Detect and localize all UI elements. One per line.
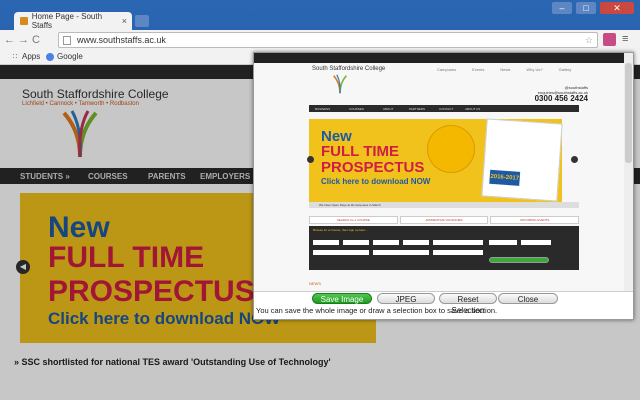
- preview-nav-item: PARTNERS: [409, 107, 426, 111]
- dialog-hint: You can save the whole image or draw a s…: [256, 306, 498, 315]
- preview-link: Gallery: [558, 67, 572, 72]
- preview-field: [313, 250, 369, 255]
- preview-nav: BUSINESS COURSES ABOUT PARTNERS CONTACT …: [309, 105, 579, 112]
- preview-open-days-banner: We have Open Days at all campuses in Mar…: [309, 202, 579, 208]
- window-controls: – □ ✕: [552, 2, 634, 14]
- save-image-button[interactable]: Save Image: [312, 293, 372, 304]
- preview-nav-item: ABOUT: [383, 107, 394, 111]
- tab-close-icon[interactable]: ×: [122, 16, 127, 26]
- preview-tab: SEARCH for a COURSE: [309, 216, 398, 224]
- bookmark-google[interactable]: Google: [46, 52, 83, 61]
- new-tab-button[interactable]: [135, 15, 149, 27]
- prospectus-book-image: 2016-2017: [481, 118, 563, 202]
- preview-phone: 0300 456 2424: [534, 94, 588, 103]
- screenshot-dialog: South Staffordshire College Campuses Eve…: [253, 52, 634, 320]
- preview-field: [489, 240, 517, 245]
- browser-toolbar: ←→C www.southstaffs.ac.uk ☆ ≡: [0, 30, 640, 50]
- preview-nav-item: ABOUT US: [465, 107, 481, 111]
- preview-field: [433, 250, 483, 255]
- preview-nav-item: BUSINESS: [315, 107, 331, 111]
- reset-selection-button[interactable]: Reset Selection: [439, 293, 497, 315]
- preview-tab: UPCOMING EVENTS: [490, 216, 580, 224]
- preview-link: Why Us?: [526, 67, 543, 72]
- browser-tab[interactable]: Home Page - South Staffs ×: [14, 12, 132, 30]
- prospectus-year: 2016-2017: [489, 169, 521, 186]
- maximize-button[interactable]: □: [576, 2, 596, 14]
- google-icon: [46, 52, 54, 61]
- menu-icon[interactable]: ≡: [622, 33, 628, 45]
- screenshot-extension-icon[interactable]: [603, 33, 616, 46]
- page-icon: [63, 36, 71, 45]
- preview-link: Events: [472, 67, 485, 72]
- screenshot-preview[interactable]: South Staffordshire College Campuses Eve…: [254, 53, 633, 292]
- close-button[interactable]: Close: [498, 293, 558, 304]
- dialog-actions: Save Image JPEG Reset Selection Close: [254, 291, 633, 315]
- preview-link: News: [500, 67, 511, 72]
- preview-hero: New FULL TIME PROSPECTUS Click here to d…: [309, 118, 563, 202]
- preview-prev-icon: [307, 156, 314, 163]
- preview-field: [373, 240, 399, 245]
- preview-scroll-thumb[interactable]: [625, 63, 632, 163]
- bookmark-google-label: Google: [57, 52, 83, 61]
- reload-icon[interactable]: C: [32, 34, 43, 46]
- nav-buttons: ←→C: [4, 34, 43, 46]
- preview-course-form: Browse for a Course, then sign up here..…: [309, 226, 579, 270]
- forward-icon[interactable]: →: [18, 34, 32, 46]
- preview-tab: APPRENTICE VACANCIES: [399, 216, 489, 224]
- preview-logo-icon: [332, 74, 348, 94]
- preview-link: Campuses: [437, 67, 457, 72]
- preview-field: [343, 240, 369, 245]
- preview-nav-item: COURSES: [349, 107, 364, 111]
- jpeg-button[interactable]: JPEG: [377, 293, 435, 304]
- preview-field: [433, 240, 483, 245]
- preview-field: [373, 250, 429, 255]
- emoji-face-icon: [427, 125, 475, 173]
- preview-sign-up-button: [489, 257, 549, 263]
- bookmark-apps-label: Apps: [22, 52, 41, 61]
- preview-tabs: SEARCH for a COURSE APPRENTICE VACANCIES…: [309, 216, 580, 224]
- preview-top-strip: [254, 53, 633, 63]
- preview-scrollbar[interactable]: [624, 53, 633, 291]
- preview-next-icon: [571, 156, 578, 163]
- address-bar[interactable]: www.southstaffs.ac.uk ☆: [58, 32, 598, 48]
- browser-window: Home Page - South Staffs × – □ ✕ ←→C www…: [0, 0, 640, 400]
- bookmark-apps[interactable]: Apps: [12, 52, 40, 61]
- url-text: www.southstaffs.ac.uk: [77, 35, 166, 45]
- preview-open-days-text: We have Open Days at all campuses in Mar…: [319, 203, 381, 207]
- preview-form-title: Browse for a Course, then sign up here..…: [313, 228, 368, 232]
- preview-nav-item: CONTACT: [439, 107, 454, 111]
- preview-top-links: Campuses Events News Why Us? Gallery: [437, 67, 571, 72]
- preview-hero-line-2: FULL TIME: [321, 143, 400, 160]
- preview-college-name: South Staffordshire College: [312, 66, 386, 72]
- apps-icon: [12, 53, 19, 60]
- preview-field: [313, 240, 339, 245]
- preview-news-label: NEWS: [309, 281, 321, 286]
- tab-bar: Home Page - South Staffs × – □ ✕: [0, 0, 640, 30]
- minimize-button[interactable]: –: [552, 2, 572, 14]
- preview-hero-line-4: Click here to download NOW: [321, 177, 431, 186]
- preview-field: [403, 240, 429, 245]
- preview-hero-line-3: PROSPECTUS: [321, 159, 425, 176]
- bookmark-star-icon[interactable]: ☆: [585, 35, 593, 46]
- preview-field: [521, 240, 551, 245]
- favicon-icon: [20, 17, 28, 25]
- tab-title: Home Page - South Staffs: [31, 12, 103, 30]
- back-icon[interactable]: ←: [4, 34, 18, 46]
- window-close-button[interactable]: ✕: [600, 2, 634, 14]
